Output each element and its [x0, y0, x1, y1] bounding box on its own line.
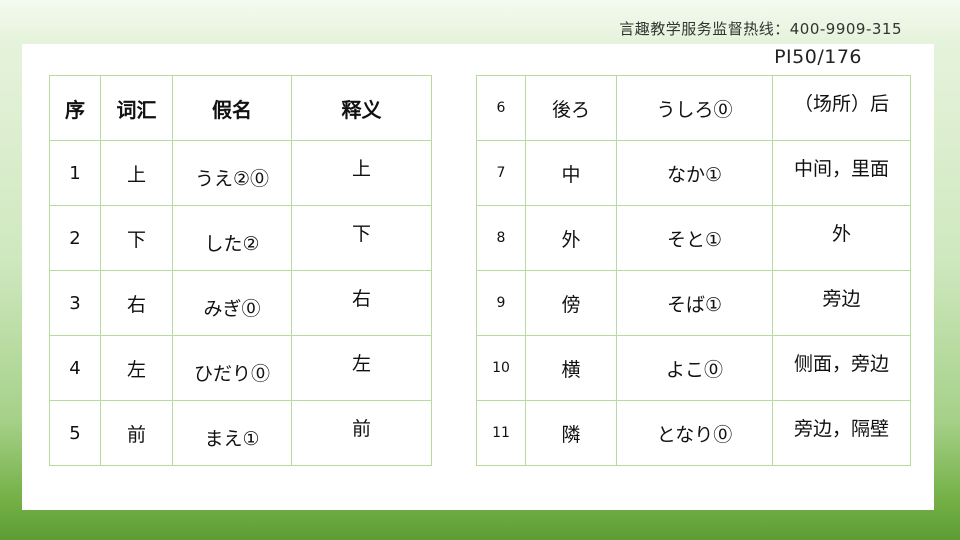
row-meaning: 旁边，隔壁 [772, 400, 911, 466]
row-kana: そと① [616, 205, 773, 271]
row-kana-text: うえ②⓪ [194, 167, 270, 190]
header-word: 词汇 [100, 75, 173, 141]
row-kana: となり⓪ [616, 400, 773, 466]
row-word: 傍 [525, 270, 617, 336]
header-meaning: 释义 [291, 75, 432, 141]
header-number: 序 [49, 75, 101, 141]
row-meaning: 下 [291, 205, 432, 271]
row-number: 4 [49, 335, 101, 401]
header-kana: 假名 [172, 75, 292, 141]
row-meaning-text: 侧面，旁边 [793, 352, 889, 375]
row-kana-text: した② [204, 232, 260, 255]
row-word: 隣 [525, 400, 617, 466]
row-meaning: 上 [291, 140, 432, 206]
table-row: 6 後ろ うしろ⓪ （场所）后 [476, 75, 911, 141]
row-kana-text: まえ① [204, 427, 260, 450]
row-kana: ひだり⓪ [172, 335, 292, 401]
table-row: 8 外 そと① 外 [476, 205, 911, 271]
row-word: 前 [100, 400, 173, 466]
row-meaning: 前 [291, 400, 432, 466]
row-meaning-text: 右 [351, 287, 371, 310]
table-row: 4 左 ひだり⓪ 左 [49, 335, 432, 401]
row-kana: そば① [616, 270, 773, 336]
hotline-text: 言趣教学服务监督热线：400-9909-315 [619, 20, 902, 38]
row-kana-text: みぎ⓪ [203, 297, 261, 320]
slide-card: PI50/176 序 词汇 假名 释义 1 上 うえ②⓪ 上 2 下 した② 下… [22, 44, 934, 510]
row-kana: した② [172, 205, 292, 271]
row-number: 5 [49, 400, 101, 466]
row-number: 6 [476, 75, 526, 141]
row-meaning-text: 左 [351, 352, 371, 375]
row-kana: うしろ⓪ [616, 75, 773, 141]
table-row: 10 横 よこ⓪ 侧面，旁边 [476, 335, 911, 401]
row-meaning: 侧面，旁边 [772, 335, 911, 401]
row-number: 8 [476, 205, 526, 271]
row-meaning: 外 [772, 205, 911, 271]
row-kana: まえ① [172, 400, 292, 466]
row-kana: うえ②⓪ [172, 140, 292, 206]
row-meaning-text: 下 [351, 222, 371, 245]
table-row: 2 下 した② 下 [49, 205, 432, 271]
row-meaning-text: 前 [351, 417, 371, 440]
table-row: 1 上 うえ②⓪ 上 [49, 140, 432, 206]
row-kana: なか① [616, 140, 773, 206]
row-number: 3 [49, 270, 101, 336]
row-meaning: 旁边 [772, 270, 911, 336]
row-meaning-text: 旁边，隔壁 [793, 417, 889, 440]
row-meaning: 右 [291, 270, 432, 336]
row-word: 上 [100, 140, 173, 206]
row-number: 1 [49, 140, 101, 206]
row-word: 後ろ [525, 75, 617, 141]
table-row: 9 傍 そば① 旁边 [476, 270, 911, 336]
table-row: 7 中 なか① 中间，里面 [476, 140, 911, 206]
row-meaning-text: 上 [351, 157, 371, 180]
table-row: 5 前 まえ① 前 [49, 400, 432, 466]
row-word: 中 [525, 140, 617, 206]
vocab-table-left: 序 词汇 假名 释义 1 上 うえ②⓪ 上 2 下 した② 下 3 右 みぎ⓪ … [49, 75, 432, 466]
row-kana-text: ひだり⓪ [193, 362, 270, 385]
row-word: 右 [100, 270, 173, 336]
row-number: 7 [476, 140, 526, 206]
row-meaning: （场所）后 [772, 75, 911, 141]
row-word: 左 [100, 335, 173, 401]
row-meaning-text: 外 [831, 222, 851, 245]
row-meaning-text: （场所）后 [793, 92, 889, 115]
row-meaning: 中间，里面 [772, 140, 911, 206]
row-number: 11 [476, 400, 526, 466]
table-row: 3 右 みぎ⓪ 右 [49, 270, 432, 336]
table-header-row: 序 词汇 假名 释义 [49, 75, 432, 141]
row-number: 9 [476, 270, 526, 336]
row-meaning: 左 [291, 335, 432, 401]
row-word: 下 [100, 205, 173, 271]
row-meaning-text: 中间，里面 [793, 157, 889, 180]
row-number: 10 [476, 335, 526, 401]
row-number: 2 [49, 205, 101, 271]
vocab-table-right: 6 後ろ うしろ⓪ （场所）后 7 中 なか① 中间，里面 8 外 そと① 外 … [476, 75, 911, 466]
row-kana: みぎ⓪ [172, 270, 292, 336]
row-word: 外 [525, 205, 617, 271]
row-word: 横 [525, 335, 617, 401]
page-number: PI50/176 [774, 46, 862, 68]
table-row: 11 隣 となり⓪ 旁边，隔壁 [476, 400, 911, 466]
row-kana: よこ⓪ [616, 335, 773, 401]
row-meaning-text: 旁边 [822, 287, 861, 310]
